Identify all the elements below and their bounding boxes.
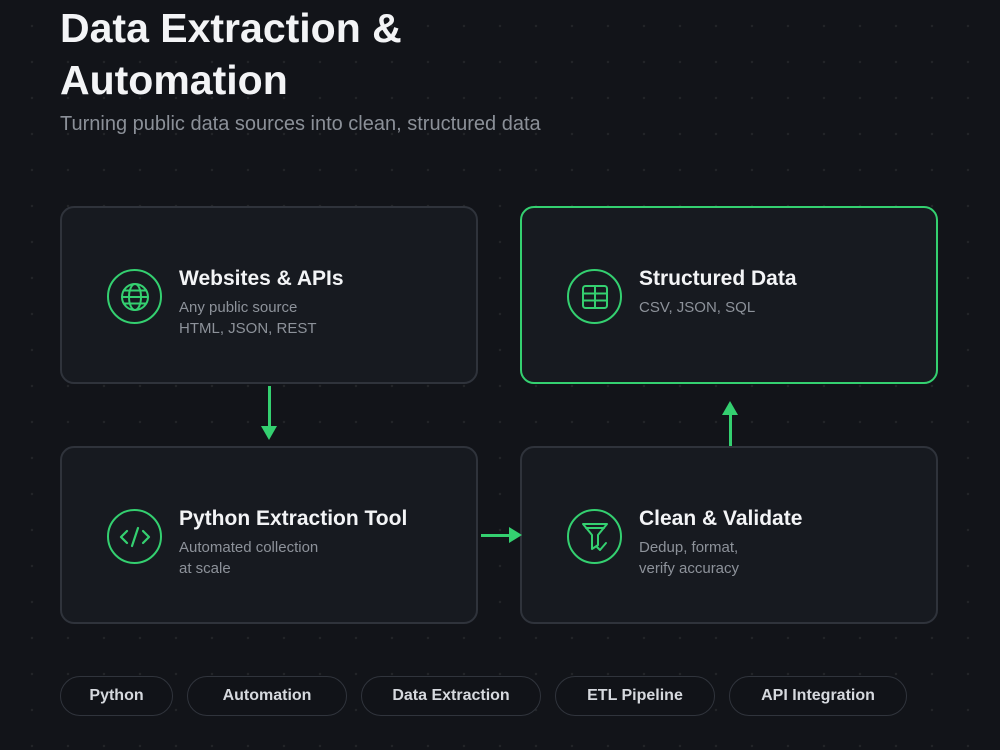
tag-python: Python [60, 676, 173, 716]
filter-icon [567, 509, 622, 564]
table-icon [567, 269, 622, 324]
tag-api-integration: API Integration [729, 676, 907, 716]
card-title: Structured Data [639, 267, 797, 290]
card-title: Websites & APIs [179, 267, 344, 290]
card-clean-validate: Clean & Validate Dedup, format, verify a… [520, 446, 938, 624]
globe-icon [107, 269, 162, 324]
card-title: Clean & Validate [639, 507, 803, 530]
card-description: HTML, JSON, REST [179, 320, 317, 337]
tag-data-extraction: Data Extraction [361, 676, 541, 716]
tag-etl-pipeline: ETL Pipeline [555, 676, 715, 716]
card-title: Python Extraction Tool [179, 507, 408, 530]
page-title: Data Extraction & Automation [60, 5, 402, 103]
card-structured-data: Structured Data CSV, JSON, SQL [520, 206, 938, 384]
card-description: Any public source [179, 299, 298, 316]
card-description: at scale [179, 560, 231, 577]
page-subtitle: Turning public data sources into clean, … [60, 113, 541, 135]
card-description: Automated collection [179, 539, 319, 556]
tag-automation: Automation [187, 676, 347, 716]
card-websites-apis: Websites & APIs Any public source HTML, … [60, 206, 478, 384]
card-description: CSV, JSON, SQL [639, 299, 756, 316]
card-description: verify accuracy [639, 560, 740, 577]
card-description: Dedup, format, [639, 539, 739, 556]
card-python-extraction-tool: Python Extraction Tool Automated collect… [60, 446, 478, 624]
code-icon [107, 509, 162, 564]
